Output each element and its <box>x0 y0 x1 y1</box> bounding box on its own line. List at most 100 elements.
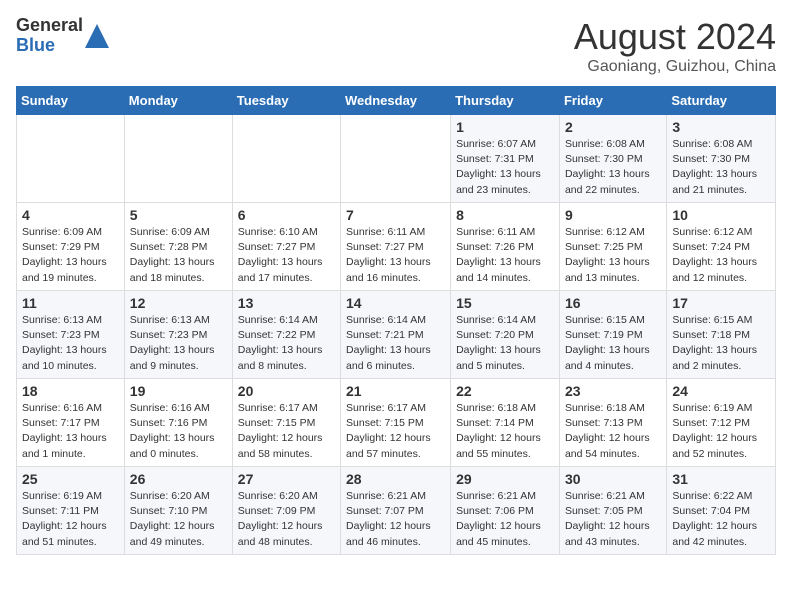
header-day-friday: Friday <box>559 87 666 115</box>
day-number: 5 <box>130 207 227 223</box>
day-number: 10 <box>672 207 770 223</box>
day-info: Sunrise: 6:11 AMSunset: 7:26 PMDaylight:… <box>456 225 554 286</box>
header-row: SundayMondayTuesdayWednesdayThursdayFrid… <box>17 87 776 115</box>
calendar-week-3: 11 Sunrise: 6:13 AMSunset: 7:23 PMDayligh… <box>17 291 776 379</box>
calendar-cell: 8 Sunrise: 6:11 AMSunset: 7:26 PMDaylight… <box>451 203 560 291</box>
day-info: Sunrise: 6:21 AMSunset: 7:06 PMDaylight:… <box>456 489 554 550</box>
day-number: 29 <box>456 471 554 487</box>
calendar-cell: 28 Sunrise: 6:21 AMSunset: 7:07 PMDayligh… <box>341 467 451 555</box>
calendar-cell: 9Sunrise: 6:12 AMSunset: 7:25 PMDaylight… <box>559 203 666 291</box>
calendar-cell: 23 Sunrise: 6:18 AMSunset: 7:13 PMDayligh… <box>559 379 666 467</box>
day-number: 2 <box>565 119 661 135</box>
calendar-cell: 5 Sunrise: 6:09 AMSunset: 7:28 PMDaylight… <box>124 203 232 291</box>
calendar-week-5: 25 Sunrise: 6:19 AMSunset: 7:11 PMDayligh… <box>17 467 776 555</box>
calendar-week-1: 1 Sunrise: 6:07 AMSunset: 7:31 PMDaylight… <box>17 115 776 203</box>
day-number: 30 <box>565 471 661 487</box>
day-number: 23 <box>565 383 661 399</box>
month-title: August 2024 <box>574 16 776 58</box>
calendar-cell <box>124 115 232 203</box>
day-number: 20 <box>238 383 335 399</box>
day-info: Sunrise: 6:16 AMSunset: 7:17 PMDaylight:… <box>22 401 119 462</box>
day-info: Sunrise: 6:09 AMSunset: 7:29 PMDaylight:… <box>22 225 119 286</box>
calendar-week-4: 18Sunrise: 6:16 AMSunset: 7:17 PMDayligh… <box>17 379 776 467</box>
day-number: 24 <box>672 383 770 399</box>
day-info: Sunrise: 6:17 AMSunset: 7:15 PMDaylight:… <box>238 401 335 462</box>
calendar-cell: 16 Sunrise: 6:15 AMSunset: 7:19 PMDayligh… <box>559 291 666 379</box>
header-day-thursday: Thursday <box>451 87 560 115</box>
calendar-cell: 21Sunrise: 6:17 AMSunset: 7:15 PMDayligh… <box>341 379 451 467</box>
day-number: 3 <box>672 119 770 135</box>
header-day-sunday: Sunday <box>17 87 125 115</box>
day-info: Sunrise: 6:12 AMSunset: 7:24 PMDaylight:… <box>672 225 770 286</box>
day-info: Sunrise: 6:15 AMSunset: 7:18 PMDaylight:… <box>672 313 770 374</box>
day-info: Sunrise: 6:07 AMSunset: 7:31 PMDaylight:… <box>456 137 554 198</box>
calendar-cell <box>17 115 125 203</box>
day-info: Sunrise: 6:19 AMSunset: 7:12 PMDaylight:… <box>672 401 770 462</box>
day-number: 25 <box>22 471 119 487</box>
day-number: 16 <box>565 295 661 311</box>
day-info: Sunrise: 6:20 AMSunset: 7:10 PMDaylight:… <box>130 489 227 550</box>
day-info: Sunrise: 6:19 AMSunset: 7:11 PMDaylight:… <box>22 489 119 550</box>
logo: General Blue <box>16 16 109 56</box>
day-number: 11 <box>22 295 119 311</box>
calendar-cell: 6Sunrise: 6:10 AMSunset: 7:27 PMDaylight… <box>232 203 340 291</box>
day-info: Sunrise: 6:15 AMSunset: 7:19 PMDaylight:… <box>565 313 661 374</box>
day-info: Sunrise: 6:22 AMSunset: 7:04 PMDaylight:… <box>672 489 770 550</box>
day-info: Sunrise: 6:09 AMSunset: 7:28 PMDaylight:… <box>130 225 227 286</box>
calendar-cell: 14Sunrise: 6:14 AMSunset: 7:21 PMDayligh… <box>341 291 451 379</box>
header-day-wednesday: Wednesday <box>341 87 451 115</box>
day-info: Sunrise: 6:14 AMSunset: 7:20 PMDaylight:… <box>456 313 554 374</box>
calendar-cell: 2Sunrise: 6:08 AMSunset: 7:30 PMDaylight… <box>559 115 666 203</box>
day-info: Sunrise: 6:21 AMSunset: 7:07 PMDaylight:… <box>346 489 445 550</box>
calendar-body: 1 Sunrise: 6:07 AMSunset: 7:31 PMDaylight… <box>17 115 776 555</box>
calendar-cell <box>232 115 340 203</box>
day-number: 8 <box>456 207 554 223</box>
header-day-tuesday: Tuesday <box>232 87 340 115</box>
day-number: 9 <box>565 207 661 223</box>
day-number: 21 <box>346 383 445 399</box>
day-number: 1 <box>456 119 554 135</box>
calendar-cell: 24 Sunrise: 6:19 AMSunset: 7:12 PMDayligh… <box>667 379 776 467</box>
day-number: 28 <box>346 471 445 487</box>
logo-blue: Blue <box>16 36 83 56</box>
calendar-cell: 11 Sunrise: 6:13 AMSunset: 7:23 PMDayligh… <box>17 291 125 379</box>
day-number: 13 <box>238 295 335 311</box>
day-info: Sunrise: 6:10 AMSunset: 7:27 PMDaylight:… <box>238 225 335 286</box>
calendar-cell: 17Sunrise: 6:15 AMSunset: 7:18 PMDayligh… <box>667 291 776 379</box>
day-number: 14 <box>346 295 445 311</box>
calendar-cell: 20 Sunrise: 6:17 AMSunset: 7:15 PMDayligh… <box>232 379 340 467</box>
calendar-cell: 1 Sunrise: 6:07 AMSunset: 7:31 PMDaylight… <box>451 115 560 203</box>
day-number: 31 <box>672 471 770 487</box>
calendar-cell <box>341 115 451 203</box>
calendar-table: SundayMondayTuesdayWednesdayThursdayFrid… <box>16 86 776 555</box>
day-info: Sunrise: 6:14 AMSunset: 7:22 PMDaylight:… <box>238 313 335 374</box>
day-number: 22 <box>456 383 554 399</box>
calendar-cell: 3Sunrise: 6:08 AMSunset: 7:30 PMDaylight… <box>667 115 776 203</box>
calendar-cell: 4 Sunrise: 6:09 AMSunset: 7:29 PMDaylight… <box>17 203 125 291</box>
calendar-cell: 19Sunrise: 6:16 AMSunset: 7:16 PMDayligh… <box>124 379 232 467</box>
day-number: 7 <box>346 207 445 223</box>
calendar-header: SundayMondayTuesdayWednesdayThursdayFrid… <box>17 87 776 115</box>
header-day-monday: Monday <box>124 87 232 115</box>
location-title: Gaoniang, Guizhou, China <box>574 58 776 76</box>
calendar-cell: 12Sunrise: 6:13 AMSunset: 7:23 PMDayligh… <box>124 291 232 379</box>
logo-icon <box>85 24 109 48</box>
title-area: August 2024 Gaoniang, Guizhou, China <box>574 16 776 76</box>
day-info: Sunrise: 6:13 AMSunset: 7:23 PMDaylight:… <box>22 313 119 374</box>
day-number: 12 <box>130 295 227 311</box>
calendar-cell: 30Sunrise: 6:21 AMSunset: 7:05 PMDayligh… <box>559 467 666 555</box>
calendar-cell: 18Sunrise: 6:16 AMSunset: 7:17 PMDayligh… <box>17 379 125 467</box>
logo-general: General <box>16 16 83 36</box>
calendar-cell: 10 Sunrise: 6:12 AMSunset: 7:24 PMDayligh… <box>667 203 776 291</box>
calendar-cell: 26Sunrise: 6:20 AMSunset: 7:10 PMDayligh… <box>124 467 232 555</box>
calendar-cell: 29 Sunrise: 6:21 AMSunset: 7:06 PMDayligh… <box>451 467 560 555</box>
calendar-cell: 13 Sunrise: 6:14 AMSunset: 7:22 PMDayligh… <box>232 291 340 379</box>
day-number: 27 <box>238 471 335 487</box>
calendar-cell: 31 Sunrise: 6:22 AMSunset: 7:04 PMDayligh… <box>667 467 776 555</box>
calendar-cell: 25 Sunrise: 6:19 AMSunset: 7:11 PMDayligh… <box>17 467 125 555</box>
day-number: 4 <box>22 207 119 223</box>
calendar-week-2: 4 Sunrise: 6:09 AMSunset: 7:29 PMDaylight… <box>17 203 776 291</box>
calendar-cell: 15Sunrise: 6:14 AMSunset: 7:20 PMDayligh… <box>451 291 560 379</box>
day-info: Sunrise: 6:18 AMSunset: 7:13 PMDaylight:… <box>565 401 661 462</box>
day-number: 19 <box>130 383 227 399</box>
